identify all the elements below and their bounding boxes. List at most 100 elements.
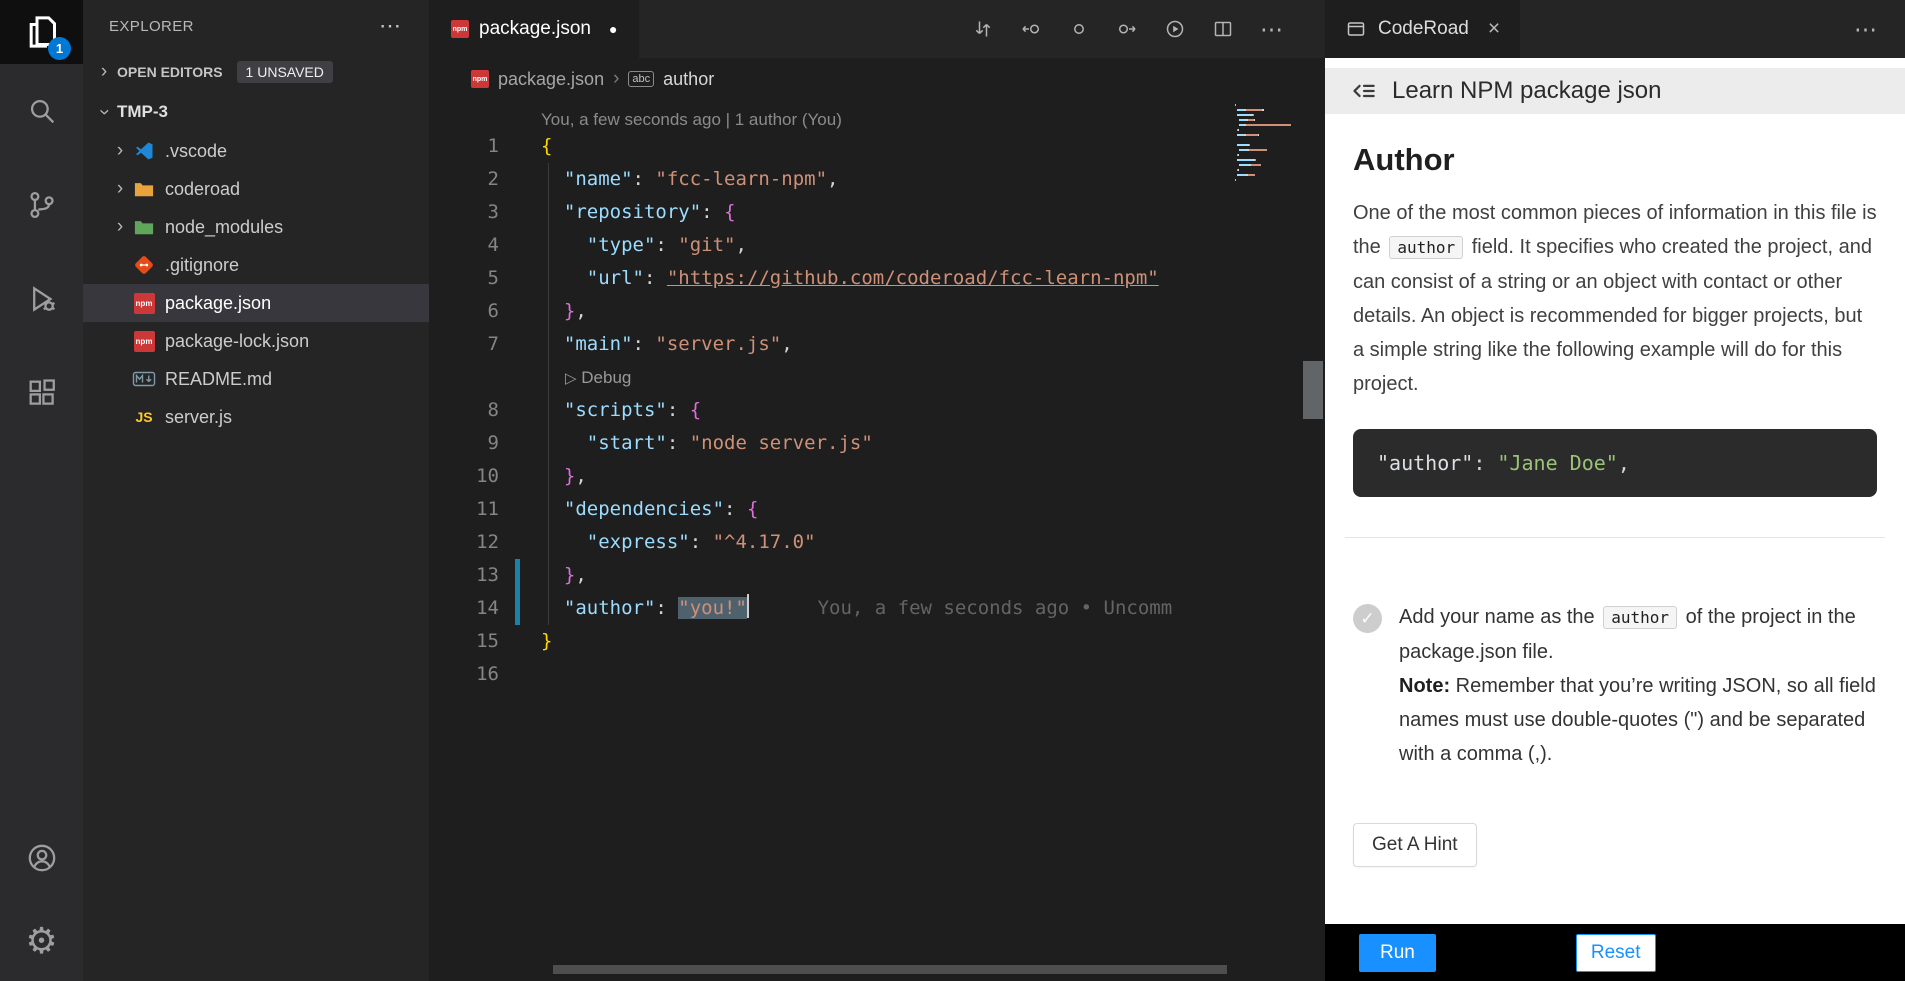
file-item-server.js[interactable]: JSserver.js (83, 398, 429, 436)
change-indicator-icon[interactable] (1068, 18, 1090, 40)
activity-settings[interactable]: ⚙ (0, 903, 83, 981)
npm-icon: npm (131, 291, 157, 315)
file-item-.gitignore[interactable]: .gitignore (83, 246, 429, 284)
file-label: README.md (165, 369, 272, 390)
code-text: "repository": { (499, 196, 736, 229)
extensions-icon (25, 376, 59, 410)
code-text: }, (499, 559, 587, 592)
tab-coderoad[interactable]: CodeRoad × (1325, 0, 1520, 58)
workspace-section[interactable]: › TMP-3 (83, 92, 429, 132)
file-label: package-lock.json (165, 331, 309, 352)
code-text: } (499, 625, 552, 658)
open-editors-section[interactable]: › OPEN EDITORS 1 UNSAVED (83, 52, 429, 92)
more-actions-icon[interactable]: ⋯ (379, 13, 403, 39)
text: field. It specifies who created the proj… (1353, 236, 1872, 395)
minimap[interactable] (1235, 104, 1291, 189)
vscode-window: 1 ⚙ (0, 0, 1905, 981)
file-item-.vscode[interactable]: ›.vscode (83, 132, 429, 170)
code-text: }, (499, 460, 587, 493)
open-editors-label: OPEN EDITORS (117, 64, 223, 80)
breadcrumb-symbol[interactable]: author (663, 69, 714, 90)
markdown-icon (131, 367, 157, 391)
code-text: "express": "^4.17.0" (499, 526, 816, 559)
webview-icon (1345, 18, 1367, 40)
line-number: 9 (429, 427, 499, 460)
divider (1345, 537, 1885, 538)
debug-codelens[interactable]: ▷ Debug (541, 368, 631, 387)
activity-search[interactable] (0, 64, 83, 158)
folder-green-icon (131, 215, 157, 239)
code-text (499, 658, 541, 691)
compare-changes-icon[interactable] (972, 18, 994, 40)
code-text: "url": "https://github.com/coderoad/fcc-… (499, 262, 1159, 295)
line-number: 7 (429, 328, 499, 361)
breadcrumb-file[interactable]: package.json (498, 69, 604, 90)
editor-actions: ⋯ (972, 0, 1325, 58)
close-icon[interactable]: × (1488, 17, 1500, 41)
play-icon: ▷ (565, 369, 577, 387)
split-editor-icon[interactable] (1212, 18, 1234, 40)
chevron-down-icon: › (93, 101, 115, 123)
file-item-node_modules[interactable]: ›node_modules (83, 208, 429, 246)
line-number: 14 (429, 592, 499, 625)
next-change-icon[interactable] (1116, 18, 1138, 40)
code-text: "name": "fcc-learn-npm", (499, 163, 838, 196)
activity-explorer[interactable]: 1 (0, 0, 83, 64)
get-hint-button[interactable]: Get A Hint (1353, 823, 1477, 867)
horizontal-scrollbar-thumb[interactable] (553, 965, 1227, 974)
breadcrumb[interactable]: npm package.json › abc author (429, 58, 1325, 100)
code-line-4: 4 "type": "git", (429, 229, 1325, 262)
file-label: package.json (165, 293, 271, 314)
file-item-coderoad[interactable]: ›coderoad (83, 170, 429, 208)
file-item-package.json[interactable]: npm package.json (83, 284, 429, 322)
line-number: 4 (429, 229, 499, 262)
scrollbar-thumb[interactable] (1303, 361, 1323, 419)
unsaved-badge: 1 UNSAVED (237, 61, 333, 83)
sidebar-header: EXPLORER ⋯ (83, 0, 429, 52)
vscode-icon (131, 139, 157, 163)
lesson-paragraph: One of the most common pieces of informa… (1353, 196, 1877, 401)
activity-spacer (0, 440, 83, 813)
tab-label: CodeRoad (1378, 18, 1469, 40)
unsaved-dot-icon: ● (609, 21, 617, 37)
file-tree: ›.vscode›coderoad›node_modules.gitignore… (83, 132, 429, 436)
activity-run-debug[interactable] (0, 252, 83, 346)
search-icon (25, 94, 59, 128)
inline-code: author (1389, 236, 1463, 259)
file-item-README.md[interactable]: README.md (83, 360, 429, 398)
inline-code: author (1603, 606, 1677, 629)
tab-package-json[interactable]: npm package.json ● (429, 0, 639, 58)
line-number: 8 (429, 394, 499, 427)
line-number: 12 (429, 526, 499, 559)
panel-tab-bar: CodeRoad × ⋯ (1325, 0, 1905, 58)
run-script-icon[interactable] (1164, 18, 1186, 40)
line-number: 10 (429, 460, 499, 493)
file-label: node_modules (165, 217, 283, 238)
file-item-package-lock.json[interactable]: npmpackage-lock.json (83, 322, 429, 360)
js-icon: JS (131, 405, 157, 429)
more-actions-icon[interactable]: ⋯ (1854, 16, 1905, 43)
code-editor[interactable]: You, a few seconds ago | 1 author (You) … (429, 100, 1325, 981)
line-number: 6 (429, 295, 499, 328)
check-circle-icon: ✓ (1353, 604, 1382, 633)
activity-source-control[interactable] (0, 158, 83, 252)
line-number: 11 (429, 493, 499, 526)
npm-icon: npm (451, 20, 469, 38)
line-number (429, 361, 499, 394)
previous-change-icon[interactable] (1020, 18, 1042, 40)
code-line-8: 8 "scripts": { (429, 394, 1325, 427)
code-line-2: 2 "name": "fcc-learn-npm", (429, 163, 1325, 196)
editor-tab-bar: npm package.json ● (429, 0, 1325, 58)
code-line-11: 11 "dependencies": { (429, 493, 1325, 526)
activity-extensions[interactable] (0, 346, 83, 440)
code-line-10: 10 }, (429, 460, 1325, 493)
horizontal-scrollbar[interactable] (429, 965, 1325, 975)
more-actions-icon[interactable]: ⋯ (1260, 16, 1285, 43)
line-number: 1 (429, 130, 499, 163)
task-item: ✓ Add your name as the author of the pro… (1353, 600, 1877, 771)
back-icon[interactable] (1350, 78, 1377, 105)
activity-accounts[interactable] (0, 813, 83, 903)
run-button[interactable]: Run (1359, 934, 1436, 972)
reset-button[interactable]: Reset (1576, 934, 1656, 972)
line-number: 16 (429, 658, 499, 691)
